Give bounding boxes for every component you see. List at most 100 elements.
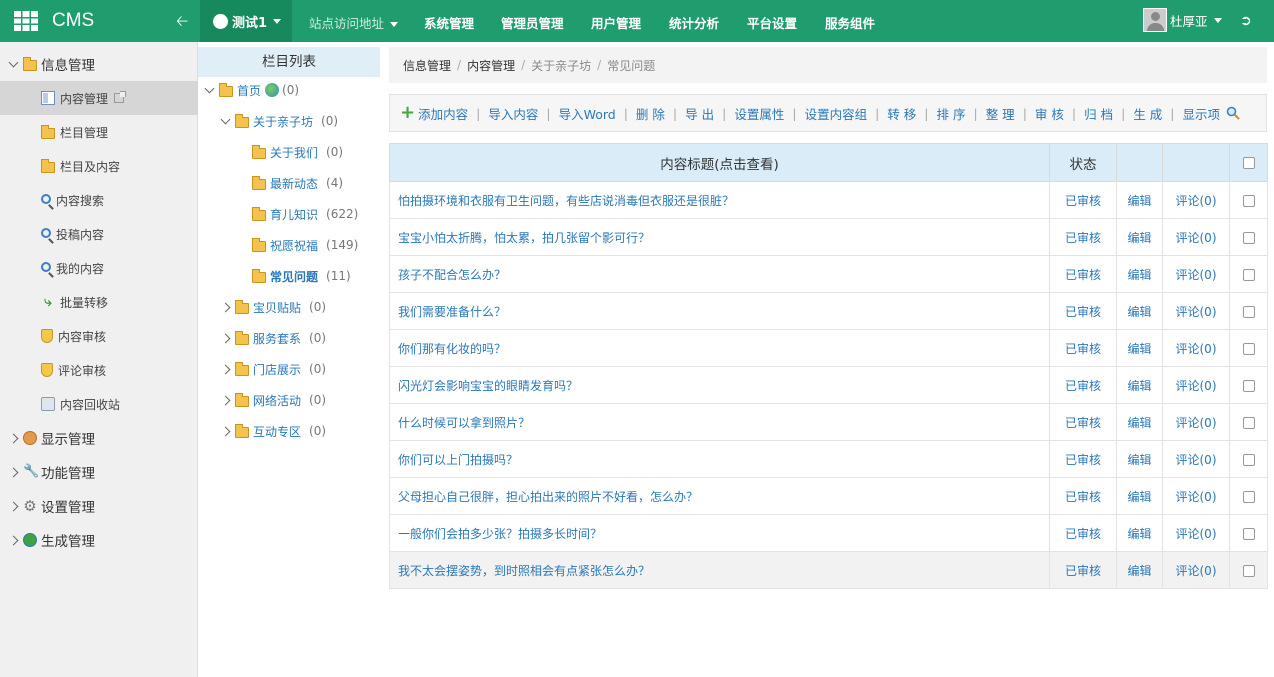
comment-link[interactable]: 评论(0) (1162, 292, 1230, 330)
sidebar-group-display-management[interactable]: 显示管理 (0, 421, 198, 455)
comment-link[interactable]: 评论(0) (1162, 218, 1230, 256)
content-title-link[interactable]: 怕拍摄环境和衣服有卫生问题，有些店说消毒但衣服还是很脏？ (389, 181, 1050, 219)
nav-platform-settings[interactable]: 平台设置 (747, 13, 797, 32)
content-title-link[interactable]: 我不太会摆姿势，到时照相会有点紧张怎么办？ (389, 551, 1050, 589)
add-content-button[interactable]: 添加内容 (418, 104, 468, 123)
chevron-right-icon[interactable] (220, 333, 231, 343)
status-link[interactable]: 已审核 (1049, 329, 1117, 367)
comment-link[interactable]: 评论(0) (1162, 255, 1230, 293)
status-link[interactable]: 已审核 (1049, 292, 1117, 330)
organize-button[interactable]: 整 理 (986, 104, 1015, 123)
status-link[interactable]: 已审核 (1049, 514, 1117, 552)
status-link[interactable]: 已审核 (1049, 255, 1117, 293)
nav-service-components[interactable]: 服务组件 (825, 13, 875, 32)
row-checkbox[interactable] (1242, 194, 1255, 207)
open-in-tab-icon[interactable] (114, 91, 127, 103)
status-link[interactable]: 已审核 (1049, 477, 1117, 515)
chevron-down-icon[interactable] (220, 114, 231, 124)
import-content-button[interactable]: 导入内容 (488, 104, 538, 123)
row-checkbox[interactable] (1242, 342, 1255, 355)
chevron-right-icon[interactable] (220, 364, 231, 374)
import-word-button[interactable]: 导入Word (559, 104, 616, 123)
breadcrumb-item[interactable]: 内容管理 (467, 57, 515, 74)
content-title-link[interactable]: 闪光灯会影响宝宝的眼睛发育吗？ (389, 366, 1050, 404)
tree-node-current[interactable]: 常见问题 (11) (252, 266, 351, 286)
breadcrumb-item[interactable]: 信息管理 (403, 57, 451, 74)
tree-node-home[interactable]: 首页 (0) (204, 80, 299, 100)
sidebar-item-my-content[interactable]: 我的内容 (0, 251, 198, 285)
row-checkbox[interactable] (1242, 379, 1255, 392)
content-title-link[interactable]: 宝宝小怕太折腾，怕太累，拍几张留个影可行？ (389, 218, 1050, 256)
row-checkbox[interactable] (1242, 268, 1255, 281)
tree-node[interactable]: 最新动态 (4) (252, 173, 343, 193)
edit-link[interactable]: 编辑 (1116, 329, 1163, 367)
sidebar-item-comment-review[interactable]: 评论审核 (0, 353, 198, 387)
sidebar-item-submissions[interactable]: 投稿内容 (0, 217, 198, 251)
tree-node[interactable]: 关于亲子坊 (0) (220, 111, 338, 131)
edit-link[interactable]: 编辑 (1116, 292, 1163, 330)
content-title-link[interactable]: 一般你们会拍多少张？拍摄多长时间？ (389, 514, 1050, 552)
app-grid-icon[interactable] (14, 11, 38, 31)
sidebar-group-generate-management[interactable]: 生成管理 (0, 523, 198, 557)
user-menu[interactable]: 杜厚亚 (1143, 8, 1222, 32)
chevron-right-icon[interactable] (220, 426, 231, 436)
sidebar-item-column-and-content[interactable]: 栏目及内容 (0, 149, 198, 183)
site-selector[interactable]: 测试1 (200, 0, 292, 42)
edit-link[interactable]: 编辑 (1116, 255, 1163, 293)
tree-node[interactable]: 互动专区 (0) (220, 421, 326, 441)
row-checkbox[interactable] (1242, 305, 1255, 318)
comment-link[interactable]: 评论(0) (1162, 514, 1230, 552)
row-checkbox[interactable] (1242, 564, 1255, 577)
edit-link[interactable]: 编辑 (1116, 366, 1163, 404)
content-title-link[interactable]: 你们那有化妆的吗？ (389, 329, 1050, 367)
status-link[interactable]: 已审核 (1049, 218, 1117, 256)
edit-link[interactable]: 编辑 (1116, 477, 1163, 515)
comment-link[interactable]: 评论(0) (1162, 477, 1230, 515)
search-icon[interactable] (1226, 106, 1240, 120)
nav-system-management[interactable]: 系统管理 (424, 13, 474, 32)
status-link[interactable]: 已审核 (1049, 403, 1117, 441)
sidebar-item-column-management[interactable]: 栏目管理 (0, 115, 198, 149)
edit-link[interactable]: 编辑 (1116, 403, 1163, 441)
status-link[interactable]: 已审核 (1049, 181, 1117, 219)
sidebar-group-settings-management[interactable]: ⚙ 设置管理 (0, 489, 198, 523)
chevron-down-icon[interactable] (204, 83, 215, 93)
status-link[interactable]: 已审核 (1049, 366, 1117, 404)
nav-statistics[interactable]: 统计分析 (669, 13, 719, 32)
comment-link[interactable]: 评论(0) (1162, 329, 1230, 367)
status-link[interactable]: 已审核 (1049, 551, 1117, 589)
tree-node[interactable]: 祝愿祝福 (149) (252, 235, 358, 255)
comment-link[interactable]: 评论(0) (1162, 366, 1230, 404)
generate-button[interactable]: 生 成 (1133, 104, 1162, 123)
comment-link[interactable]: 评论(0) (1162, 440, 1230, 478)
chevron-right-icon[interactable] (220, 395, 231, 405)
sidebar-item-content-review[interactable]: 内容审核 (0, 319, 198, 353)
edit-link[interactable]: 编辑 (1116, 440, 1163, 478)
set-attributes-button[interactable]: 设置属性 (734, 104, 784, 123)
content-title-link[interactable]: 我们需要准备什么？ (389, 292, 1050, 330)
export-button[interactable]: 导 出 (685, 104, 714, 123)
content-title-link[interactable]: 父母担心自己很胖，担心拍出来的照片不好看，怎么办？ (389, 477, 1050, 515)
sidebar-group-info-management[interactable]: 信息管理 (0, 47, 198, 81)
tree-node[interactable]: 育儿知识 (622) (252, 204, 358, 224)
sidebar-item-recycle-bin[interactable]: 内容回收站 (0, 387, 198, 421)
edit-link[interactable]: 编辑 (1116, 514, 1163, 552)
edit-link[interactable]: 编辑 (1116, 218, 1163, 256)
row-checkbox[interactable] (1242, 453, 1255, 466)
sort-button[interactable]: 排 序 (937, 104, 966, 123)
comment-link[interactable]: 评论(0) (1162, 403, 1230, 441)
content-title-link[interactable]: 你们可以上门拍摄吗？ (389, 440, 1050, 478)
back-arrow-icon[interactable]: 🡠 (176, 11, 188, 36)
row-checkbox[interactable] (1242, 231, 1255, 244)
sidebar-item-batch-transfer[interactable]: ⤷ 批量转移 (0, 285, 198, 319)
set-content-group-button[interactable]: 设置内容组 (805, 104, 868, 123)
tree-node[interactable]: 门店展示 (0) (220, 359, 326, 379)
review-button[interactable]: 审 核 (1035, 104, 1064, 123)
sidebar-item-content-search[interactable]: 内容搜索 (0, 183, 198, 217)
tree-node[interactable]: 关于我们 (0) (252, 142, 343, 162)
display-options-button[interactable]: 显示项 (1183, 104, 1221, 123)
row-checkbox[interactable] (1242, 527, 1255, 540)
tree-node[interactable]: 服务套系 (0) (220, 328, 326, 348)
transfer-button[interactable]: 转 移 (887, 104, 916, 123)
delete-button[interactable]: 删 除 (636, 104, 665, 123)
